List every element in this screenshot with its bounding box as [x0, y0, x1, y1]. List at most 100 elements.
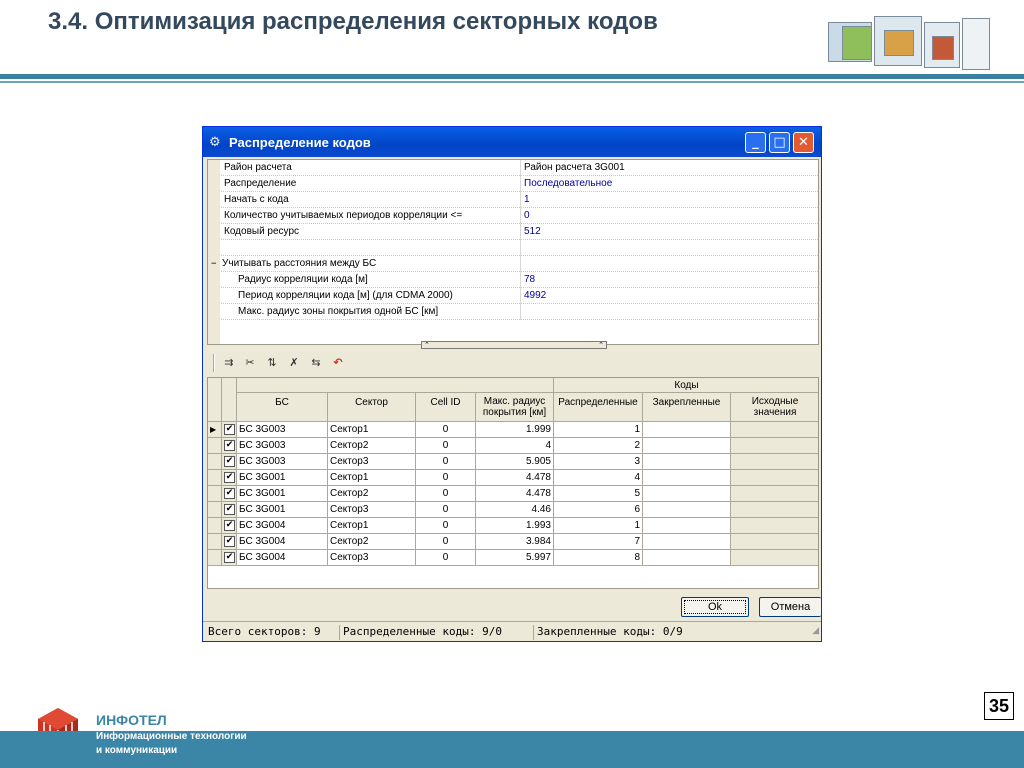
cell-distributed[interactable]: 6: [554, 502, 643, 518]
property-value[interactable]: 4992: [520, 288, 818, 304]
column-header-distributed[interactable]: Распределенные: [554, 393, 643, 422]
ok-button[interactable]: Ok: [681, 597, 749, 617]
fix-codes-icon[interactable]: ⇅: [262, 354, 282, 372]
clear-codes-icon[interactable]: ✂: [240, 354, 260, 372]
cell-cell-id: 0: [416, 438, 476, 454]
resize-grip-icon[interactable]: ◢: [812, 626, 819, 636]
table-row[interactable]: ✔ БС 3G004 Сектор3 0 5.997 8: [208, 550, 818, 566]
property-value[interactable]: Последовательное: [520, 176, 818, 192]
cell-fixed[interactable]: [643, 550, 731, 566]
row-checkbox[interactable]: ✔: [222, 502, 237, 518]
table-row[interactable]: ✔ БС 3G004 Сектор2 0 3.984 7: [208, 534, 818, 550]
cell-fixed[interactable]: [643, 486, 731, 502]
cell-fixed[interactable]: [643, 518, 731, 534]
cell-distributed[interactable]: 8: [554, 550, 643, 566]
row-indicator[interactable]: [208, 534, 222, 550]
property-row[interactable]: Начать с кода 1: [208, 192, 818, 208]
property-value[interactable]: 0: [520, 208, 818, 224]
table-row[interactable]: ✔ БС 3G001 Сектор1 0 4.478 4: [208, 470, 818, 486]
collapse-toggle-icon[interactable]: −: [211, 260, 216, 269]
cell-distributed[interactable]: 1: [554, 518, 643, 534]
property-value[interactable]: 1: [520, 192, 818, 208]
property-row[interactable]: Период корреляции кода [м] (для CDMA 200…: [208, 288, 818, 304]
table-row[interactable]: ✔ БС 3G004 Сектор1 0 1.993 1: [208, 518, 818, 534]
column-header-sector[interactable]: Сектор: [328, 393, 416, 422]
property-value[interactable]: [520, 304, 818, 320]
column-header-fixed[interactable]: Закрепленные: [643, 393, 731, 422]
property-row[interactable]: Количество учитываемых периодов корреляц…: [208, 208, 818, 224]
cell-distributed[interactable]: 7: [554, 534, 643, 550]
close-button[interactable]: ✕: [793, 132, 814, 153]
row-check-icon[interactable]: ✔: [224, 504, 235, 515]
cell-fixed[interactable]: [643, 502, 731, 518]
row-check-icon[interactable]: ✔: [224, 520, 235, 531]
cell-distributed[interactable]: 1: [554, 422, 643, 438]
cell-fixed[interactable]: [643, 470, 731, 486]
row-indicator[interactable]: [208, 438, 222, 454]
cell-initial: [731, 486, 818, 502]
minimize-button[interactable]: _: [745, 132, 766, 153]
property-value[interactable]: Район расчета 3G001: [520, 160, 818, 176]
row-check-icon[interactable]: ✔: [224, 552, 235, 563]
undo-icon[interactable]: ↶: [328, 354, 348, 372]
row-indicator[interactable]: [208, 518, 222, 534]
cell-distributed[interactable]: 4: [554, 470, 643, 486]
cell-bs: БС 3G003: [237, 422, 328, 438]
cell-fixed[interactable]: [643, 438, 731, 454]
row-indicator[interactable]: [208, 454, 222, 470]
row-checkbox[interactable]: ✔: [222, 534, 237, 550]
property-row[interactable]: Распределение Последовательное: [208, 176, 818, 192]
row-checkbox[interactable]: ✔: [222, 470, 237, 486]
column-header-max-radius[interactable]: Макс. радиус покрытия [км]: [476, 393, 554, 422]
splitter-right-arrow-icon: ⌃: [598, 341, 604, 349]
property-value[interactable]: 512: [520, 224, 818, 240]
row-indicator[interactable]: [208, 550, 222, 566]
table-row[interactable]: ✔ БС 3G003 Сектор2 0 4 2: [208, 438, 818, 454]
row-checkbox[interactable]: ✔: [222, 422, 237, 438]
property-value[interactable]: 78: [520, 272, 818, 288]
row-checkbox[interactable]: ✔: [222, 438, 237, 454]
column-header-cell-id[interactable]: Cell ID: [416, 393, 476, 422]
row-check-icon[interactable]: ✔: [224, 472, 235, 483]
cell-max-radius: 4.46: [476, 502, 554, 518]
row-checkbox[interactable]: ✔: [222, 486, 237, 502]
cancel-button[interactable]: Отмена: [759, 597, 821, 617]
row-check-icon[interactable]: ✔: [224, 536, 235, 547]
unfix-codes-icon[interactable]: ✗: [284, 354, 304, 372]
cell-distributed[interactable]: 2: [554, 438, 643, 454]
column-header-bs[interactable]: БС: [237, 393, 328, 422]
maximize-button[interactable]: □: [769, 132, 790, 153]
row-checkbox[interactable]: ✔: [222, 550, 237, 566]
row-checkbox[interactable]: ✔: [222, 454, 237, 470]
property-row[interactable]: Кодовый ресурс 512: [208, 224, 818, 240]
property-group-row[interactable]: − Учитывать расстояния между БС ✔: [208, 256, 818, 272]
cell-fixed[interactable]: [643, 534, 731, 550]
cell-fixed[interactable]: [643, 454, 731, 470]
cell-distributed[interactable]: 3: [554, 454, 643, 470]
cell-sector: Сектор3: [328, 502, 416, 518]
restore-initial-icon[interactable]: ⇆: [306, 354, 326, 372]
table-row[interactable]: ✔ БС 3G001 Сектор2 0 4.478 5: [208, 486, 818, 502]
app-gears-icon: ⚙: [209, 135, 221, 150]
row-check-icon[interactable]: ✔: [224, 488, 235, 499]
row-indicator[interactable]: ▶: [208, 422, 222, 438]
row-indicator[interactable]: [208, 486, 222, 502]
row-checkbox[interactable]: ✔: [222, 518, 237, 534]
table-row[interactable]: ✔ БС 3G003 Сектор3 0 5.905 3: [208, 454, 818, 470]
property-row[interactable]: Район расчета Район расчета 3G001: [208, 160, 818, 176]
property-row[interactable]: Радиус корреляции кода [м] 78: [208, 272, 818, 288]
cell-distributed[interactable]: 5: [554, 486, 643, 502]
table-row[interactable]: ✔ БС 3G001 Сектор3 0 4.46 6: [208, 502, 818, 518]
row-indicator[interactable]: [208, 502, 222, 518]
panel-splitter[interactable]: ⌃ ⌃: [421, 341, 607, 349]
property-row[interactable]: Макс. радиус зоны покрытия одной БС [км]: [208, 304, 818, 320]
row-indicator[interactable]: [208, 470, 222, 486]
window-titlebar[interactable]: ⚙ Распределение кодов _ □ ✕: [203, 127, 821, 157]
assign-codes-icon[interactable]: ⇉: [219, 354, 239, 372]
cell-fixed[interactable]: [643, 422, 731, 438]
table-row[interactable]: ▶ ✔ БС 3G003 Сектор1 0 1.999 1: [208, 422, 818, 438]
row-check-icon[interactable]: ✔: [224, 440, 235, 451]
row-check-icon[interactable]: ✔: [224, 456, 235, 467]
row-check-icon[interactable]: ✔: [224, 424, 235, 435]
column-header-initial[interactable]: Исходные значения: [731, 393, 818, 422]
